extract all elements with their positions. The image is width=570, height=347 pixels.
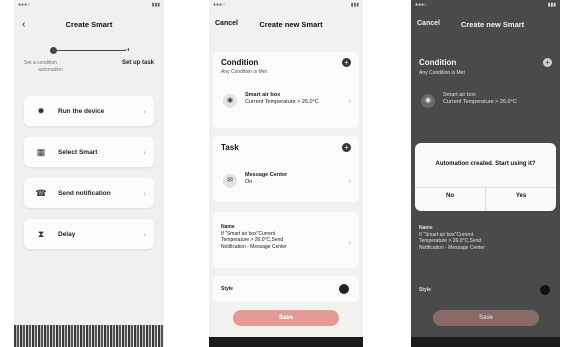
yes-button[interactable]: Yes [486, 193, 556, 199]
status-bar: ●●●○ ▮▮▮ [18, 2, 160, 8]
step-condition-label: Set a condition automation [24, 60, 63, 73]
option-label: Send notification [58, 189, 111, 197]
nav-bar: Cancel Create new Smart [209, 20, 363, 34]
condition-item[interactable]: Smart air box Current Temperature > 26.0°… [245, 92, 319, 106]
save-button[interactable]: Save [233, 310, 339, 326]
style-card[interactable]: Style [213, 276, 359, 302]
add-condition-icon[interactable]: + [342, 58, 351, 67]
arrow-right-icon: ➝ [123, 45, 130, 54]
style-section: Style [411, 282, 560, 302]
sun-icon: ✹ [37, 105, 45, 116]
add-task-icon[interactable]: + [342, 143, 351, 152]
nav-bar: ‹ Create Smart [14, 19, 164, 34]
option-run-device[interactable]: ✹ Run the device › [24, 96, 154, 126]
condition-subtitle: Any Condition is Met [419, 70, 465, 76]
screen-create-new-smart: ●●●○ ▮▮▮ Cancel Create new Smart Conditio… [209, 0, 363, 347]
dialog-divider-vertical [485, 187, 486, 211]
condition-title: Condition [419, 58, 457, 67]
save-button: Save [433, 310, 539, 326]
page-title: Create new Smart [460, 20, 525, 29]
page-title: Create new Smart [259, 20, 323, 29]
keyboard-strip [14, 325, 164, 347]
chevron-right-icon: › [348, 238, 351, 247]
air-box-icon: ◉ [223, 94, 237, 108]
nav-bar: Cancel Create new Smart [411, 20, 560, 34]
screen-automation-created: ●●●○ ▮▮▮ Cancel Create new Smart Conditio… [411, 0, 560, 347]
task-title: Task [221, 143, 239, 152]
add-condition-icon: + [543, 58, 552, 67]
option-select-smart[interactable]: ▦ Select Smart › [24, 137, 154, 167]
option-delay[interactable]: ⧗ Delay › [24, 219, 154, 249]
condition-section: Condition Any Condition is Met + ◉ Smart… [411, 52, 560, 132]
step-line [52, 50, 126, 51]
name-section: Name If "Smart air box"Current Temperatu… [411, 225, 560, 275]
step-indicator: ➝ Set a condition automation Set up task [24, 44, 154, 84]
dialog-message: Automation created. Start using it? [435, 161, 536, 167]
message-center-icon: ✉ [223, 174, 237, 188]
screen-create-smart: ●●●○ ▮▮▮ ‹ Create Smart ➝ Set a condition… [14, 0, 164, 347]
status-bar: ●●●○ ▮▮▮ [415, 2, 556, 8]
step-task-label: Set up task [121, 60, 154, 66]
condition-card: Condition Any Condition is Met + ◉ Smart… [213, 52, 359, 128]
chevron-right-icon: › [143, 188, 146, 198]
condition-subtitle: Any Condition is Met [221, 69, 267, 75]
task-card: Task + ✉ Message Center On › [213, 136, 359, 202]
air-box-icon: ◉ [421, 94, 435, 108]
option-label: Delay [58, 230, 76, 238]
chevron-right-icon: › [143, 106, 146, 116]
bottom-bar [411, 337, 560, 347]
chevron-right-icon: › [143, 147, 146, 157]
confirm-dialog: Automation created. Start using it? No Y… [415, 143, 556, 211]
bell-icon: ☎ [35, 187, 47, 198]
chevron-right-icon: › [348, 176, 351, 185]
name-card[interactable]: Name If "Smart air box"Current Temperatu… [213, 212, 359, 268]
chevron-right-icon: › [348, 96, 351, 105]
option-label: Run the device [58, 107, 105, 115]
bottom-bar [209, 337, 363, 347]
condition-title: Condition [221, 58, 259, 67]
option-label: Select Smart [58, 148, 98, 156]
page-title: Create Smart [65, 20, 113, 29]
step-dot-icon [50, 47, 57, 54]
name-text: Name If "Smart air box"Current Temperatu… [419, 225, 485, 251]
style-label: Style [419, 287, 431, 293]
status-bar: ●●●○ ▮▮▮ [213, 2, 359, 8]
condition-item: Smart air box Current Temperature > 26.0°… [443, 92, 517, 105]
smart-icon: ▦ [36, 146, 46, 157]
chevron-right-icon: › [143, 229, 146, 239]
option-send-notification[interactable]: ☎ Send notification › [24, 178, 154, 208]
name-text: Name If "Smart air box"Current Temperatu… [221, 224, 287, 250]
task-item[interactable]: Message Center On [245, 172, 287, 186]
no-button[interactable]: No [415, 193, 485, 199]
style-label: Style [221, 286, 233, 292]
hourglass-icon: ⧗ [37, 228, 45, 239]
style-color-icon [540, 285, 550, 295]
style-color-icon [339, 284, 349, 294]
